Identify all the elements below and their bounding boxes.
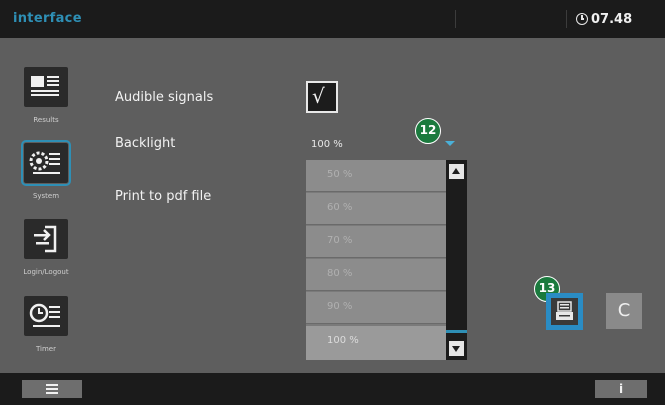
sidebar: Results System Login/Logout Timer xyxy=(0,38,95,373)
login-logout-button[interactable] xyxy=(24,219,68,259)
scroll-down-icon[interactable] xyxy=(449,341,464,356)
backlight-label: Backlight xyxy=(115,136,176,151)
sidebar-item-login-logout[interactable]: Login/Logout xyxy=(13,219,89,297)
scroll-up-icon[interactable] xyxy=(449,164,464,179)
clock: 07.48 xyxy=(576,10,632,28)
dropdown-option[interactable]: 60 % xyxy=(306,193,446,225)
backlight-dropdown: 50 % 60 % 70 % 80 % 90 % 100 % xyxy=(306,160,446,360)
dropdown-option-label: 50 % xyxy=(327,169,353,180)
print-to-pdf-label: Print to pdf file xyxy=(115,189,212,204)
cancel-button[interactable]: C xyxy=(606,293,642,329)
top-separator xyxy=(455,10,456,28)
login-logout-icon xyxy=(34,225,57,253)
dropdown-option-label: 80 % xyxy=(327,268,353,279)
clock-icon xyxy=(576,13,588,25)
sidebar-item-timer[interactable]: Timer xyxy=(13,296,89,374)
results-icon xyxy=(31,76,59,96)
dropdown-option-label: 90 % xyxy=(327,301,353,312)
dropdown-option[interactable]: 80 % xyxy=(306,259,446,291)
sidebar-item-results[interactable]: Results xyxy=(13,67,89,145)
scroll-thumb[interactable] xyxy=(446,330,467,333)
dropdown-option[interactable]: 50 % xyxy=(306,160,446,192)
print-pdf-button[interactable] xyxy=(546,293,583,330)
sidebar-item-label: Login/Logout xyxy=(23,268,69,276)
timer-icon xyxy=(29,303,60,327)
dropdown-scrollbar[interactable] xyxy=(446,160,467,360)
dropdown-option-label: 100 % xyxy=(327,335,359,346)
audible-signals-label: Audible signals xyxy=(115,90,214,105)
timer-button[interactable] xyxy=(24,296,68,336)
checkmark-icon: √ xyxy=(312,84,325,108)
app-title: interface xyxy=(13,11,82,26)
dropdown-option[interactable]: 70 % xyxy=(306,226,446,258)
chevron-down-icon[interactable] xyxy=(445,141,455,146)
clock-time: 07.48 xyxy=(591,11,633,27)
sidebar-item-label: Results xyxy=(33,116,59,124)
sidebar-item-system[interactable]: System xyxy=(13,140,89,221)
print-pdf-icon xyxy=(551,298,578,325)
dropdown-option[interactable]: 90 % xyxy=(306,292,446,324)
results-button[interactable] xyxy=(24,67,68,107)
menu-button[interactable] xyxy=(22,380,82,398)
system-button[interactable] xyxy=(21,140,71,186)
system-settings-icon xyxy=(29,151,60,174)
bottom-bar: i xyxy=(0,373,665,405)
info-button[interactable]: i xyxy=(595,380,647,398)
backlight-value[interactable]: 100 % xyxy=(311,139,343,150)
dropdown-option-label: 70 % xyxy=(327,235,353,246)
callout-badge: 12 xyxy=(415,118,441,144)
sidebar-item-label: Timer xyxy=(35,345,56,353)
sidebar-item-label: System xyxy=(32,192,60,200)
top-bar: interface 07.48 xyxy=(0,0,665,38)
dropdown-option-label: 60 % xyxy=(327,202,353,213)
top-separator xyxy=(566,10,567,28)
audible-signals-checkbox[interactable]: √ xyxy=(306,81,338,113)
dropdown-option-selected[interactable]: 100 % xyxy=(306,326,446,360)
